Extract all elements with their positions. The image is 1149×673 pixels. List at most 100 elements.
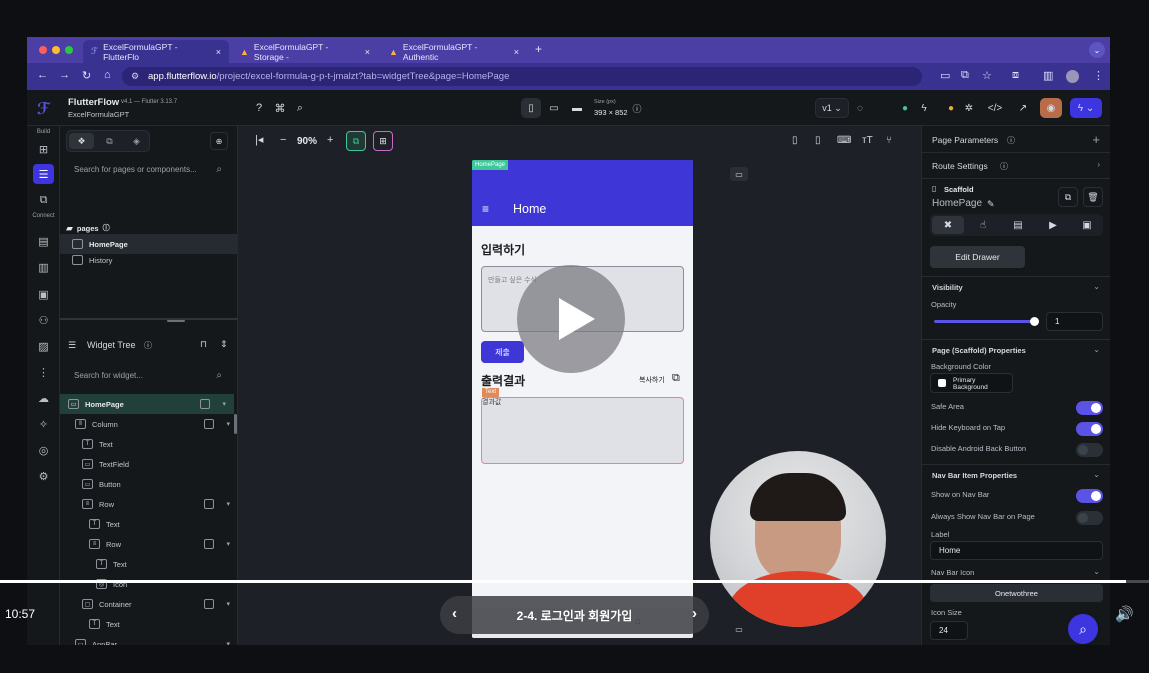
volume-icon[interactable]: 🔊 [1115,605,1134,623]
back-icon[interactable]: ← [37,69,48,81]
code-tab-icon[interactable]: ▣ [1072,216,1102,234]
disable-back-toggle[interactable] [1076,443,1103,457]
keyboard-icon[interactable]: ⌨ [837,135,851,146]
expand-icon[interactable]: ⇕ [220,339,228,350]
pages-tab-icon[interactable]: ❖ [69,133,94,149]
tree-item-text[interactable]: T Text [60,514,238,534]
bg-color-picker[interactable]: Primary Background [930,373,1013,393]
custom-code-icon[interactable]: ⚇ [33,310,54,330]
install-icon[interactable]: ⧉ [961,69,969,82]
play-button[interactable] [517,265,625,373]
always-show-nav-toggle[interactable] [1076,511,1103,525]
media-assets-icon[interactable]: ▨ [33,336,54,356]
add-page-icon[interactable]: ⊕ [210,132,228,150]
widget-tree-icon[interactable]: ☰ [33,164,54,184]
components-tab-icon[interactable]: ⧉ [97,133,122,149]
slider-handle[interactable] [1030,317,1039,326]
preview-eye-icon[interactable]: ◉ [1040,98,1062,118]
settings-gear-icon[interactable]: ⚙ [33,466,54,486]
tree-item-textfield[interactable]: ▭ TextField [60,454,238,474]
menu-icon[interactable]: ≡ [482,202,489,216]
app-values-icon[interactable]: ⋮ [33,362,54,382]
search-widget-input[interactable]: Search for widget... ⌕ [64,365,232,385]
chevron-down-icon[interactable]: ⌄ [1093,470,1100,479]
minimize-window-dot[interactable] [52,46,60,54]
route-settings-label[interactable]: Route Settings [932,161,988,171]
tab-authentication[interactable]: ▲ ExcelFormulaGPT - Authentic × [381,40,527,63]
browser-menu-icon[interactable]: ⋮ [1093,69,1104,82]
storyboard-icon[interactable]: ▤ [33,231,54,251]
close-icon[interactable]: × [216,47,221,57]
page-item-history[interactable]: History [60,250,238,270]
hide-keyboard-toggle[interactable] [1076,422,1103,436]
warning-icon[interactable]: ● [943,98,959,118]
caret-down-icon[interactable]: ▾ [226,600,230,608]
info-icon[interactable]: ⓘ [1007,135,1015,146]
widget-name[interactable]: HomePage [932,198,982,209]
caret-down-icon[interactable]: ▾ [226,500,230,508]
edit-pencil-icon[interactable]: ✎ [987,199,995,210]
actions-tab-icon[interactable]: ☝ [967,216,999,234]
tab-flutterflow[interactable]: ℱ ExcelFormulaGPT - FlutterFlo × [83,40,229,63]
search-icon[interactable]: ⌕ [292,98,308,118]
info-icon[interactable]: ⓘ [1000,161,1008,172]
cloud-functions-icon[interactable]: ☁ [33,388,54,408]
profile-avatar[interactable] [1066,70,1079,83]
chat-icon[interactable]: ◌ [852,98,868,118]
side-panel-icon[interactable]: ▥ [1043,69,1053,82]
caret-down-icon[interactable]: ▾ [226,420,230,428]
flutterflow-logo-icon[interactable]: ℱ [37,99,50,119]
copy-widget-icon[interactable]: ⧉ [1058,187,1078,207]
backend-query-tab-icon[interactable]: ▤ [1002,216,1034,234]
copy-icon[interactable]: ⧉ [672,372,680,385]
api-calls-icon[interactable]: ▣ [33,284,54,304]
info-icon[interactable]: ⓘ [144,340,152,351]
extensions-icon[interactable]: ⧈ [1012,69,1019,82]
app-bar[interactable]: HomePage ≡ Home [472,160,693,226]
help-icon[interactable]: ? [251,98,267,118]
tree-item-icon[interactable]: ◎ Icon [60,574,238,594]
tree-item-text[interactable]: T Text [60,614,238,634]
tree-item-container[interactable]: ▢ Container ▾ [60,594,238,614]
edit-drawer-button[interactable]: Edit Drawer [930,246,1025,268]
canvas-frame-icon[interactable]: ⧉ [346,131,366,151]
run-button[interactable]: ϟ ⌄ [1070,98,1102,118]
collapse-panel-icon[interactable]: |◂ [255,133,263,146]
search-pages-input[interactable]: Search for pages or components... ⌕ [64,159,232,179]
tree-item-row[interactable]: ≡ Row ▾ [60,494,238,514]
animations-tab-icon[interactable]: ▶ [1037,216,1069,234]
desktop-device-icon[interactable]: ▬ [567,98,587,118]
page-parameters-label[interactable]: Page Parameters [932,135,998,145]
tree-item-button[interactable]: ▭ Button [60,474,238,494]
opacity-input[interactable]: 1 [1046,312,1103,331]
device-frame-icon[interactable]: ▭ [730,167,748,181]
add-parameter-icon[interactable]: + [1092,132,1100,147]
tree-scrollbar[interactable] [234,414,237,434]
search-fab-icon[interactable]: ⌕ [1068,614,1098,644]
mobile-device-icon[interactable]: ▯ [521,98,541,118]
debug-icon[interactable]: ✲ [961,98,977,118]
zoom-out-button[interactable]: − [280,134,286,146]
info-icon[interactable]: ⓘ [630,98,644,118]
show-nav-toggle[interactable] [1076,489,1103,503]
output-container[interactable]: 결과값 [481,397,684,464]
tree-item-column[interactable]: ⫴ Column ▾ [60,414,238,434]
chevron-down-icon[interactable]: ⌄ [1093,345,1100,354]
properties-tab-icon[interactable]: ✖ [932,216,964,234]
close-window-dot[interactable] [39,46,47,54]
ai-agents-icon[interactable]: ✧ [33,414,54,434]
chevron-down-icon[interactable]: ⌄ [1093,282,1100,291]
forward-icon[interactable]: → [59,69,70,81]
safe-area-toggle[interactable] [1076,401,1103,415]
reload-icon[interactable]: ↻ [82,69,91,82]
caret-down-icon[interactable]: ▾ [226,540,230,548]
battery-icon[interactable]: ▯ [815,135,821,146]
bookmark-star-icon[interactable]: ☆ [982,69,992,82]
caret-down-icon[interactable]: ▾ [222,400,226,408]
panel-divider[interactable] [60,318,238,320]
tree-item-text[interactable]: T Text [60,554,238,574]
tab-search-icon[interactable]: ⌄ [1089,42,1105,58]
theme-icon[interactable]: ◎ [33,440,54,460]
submit-button[interactable]: 제출 [481,341,524,363]
command-icon[interactable]: ⌘ [272,98,288,118]
